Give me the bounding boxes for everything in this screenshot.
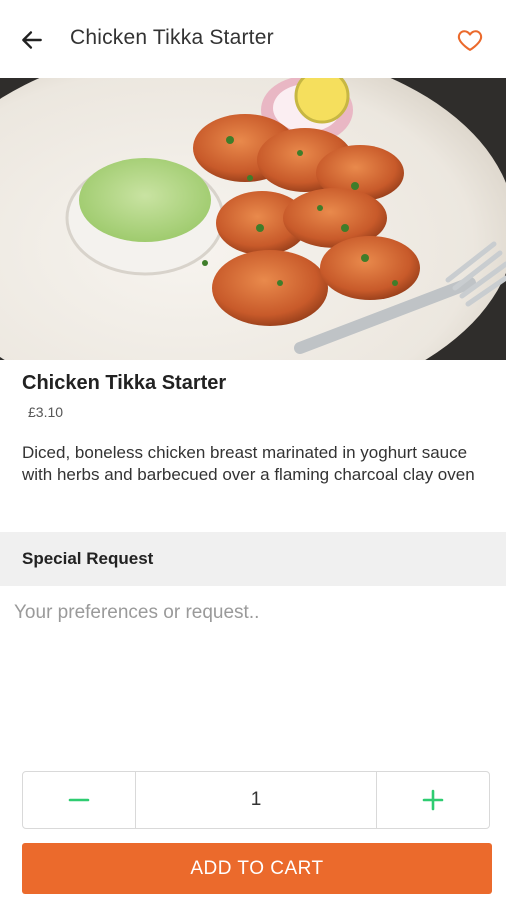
increase-quantity-button[interactable] xyxy=(377,772,489,828)
plus-icon xyxy=(422,789,444,811)
app-bar: Chicken Tikka Starter xyxy=(0,0,506,78)
quantity-value: 1 xyxy=(135,772,377,828)
heart-outline-icon xyxy=(457,30,483,51)
back-button[interactable] xyxy=(14,22,50,58)
product-description: Diced, boneless chicken breast marinated… xyxy=(22,443,475,484)
add-to-cart-button[interactable]: ADD TO CART xyxy=(22,843,492,894)
product-name: Chicken Tikka Starter xyxy=(22,372,227,394)
minus-icon xyxy=(68,798,90,802)
special-request-header: Special Request xyxy=(0,532,506,586)
quantity-stepper: 1 xyxy=(22,771,490,829)
dish-image xyxy=(0,78,506,360)
special-request-heading: Special Request xyxy=(22,549,154,568)
page-title: Chicken Tikka Starter xyxy=(70,26,274,49)
decrease-quantity-button[interactable] xyxy=(23,772,135,828)
special-request-input[interactable] xyxy=(0,588,506,758)
product-price: £3.10 xyxy=(28,404,64,420)
product-info: Chicken Tikka Starter £3.10 Diced, bonel… xyxy=(22,372,492,486)
favorite-button[interactable] xyxy=(452,22,488,58)
arrow-left-icon xyxy=(22,31,42,49)
food-photo xyxy=(0,78,506,360)
